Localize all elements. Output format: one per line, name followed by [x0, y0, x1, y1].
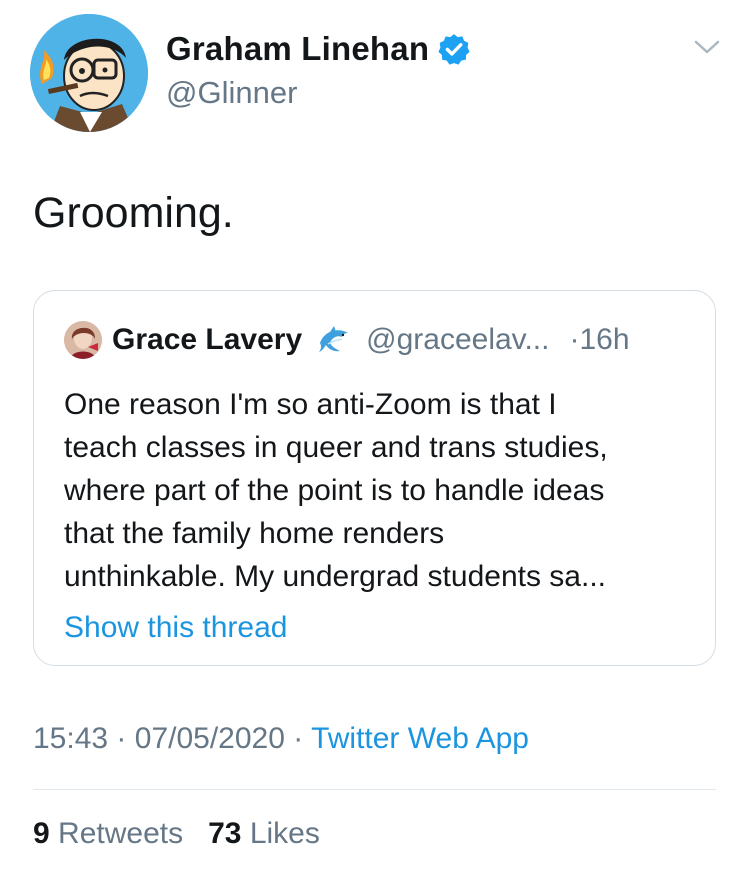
tweet-source-link[interactable]: Twitter Web App	[311, 722, 529, 755]
quoted-tweet-header: Grace Lavery @graceelav... · 16h	[64, 321, 630, 359]
quoted-text-line: where part of the point is to handle ide…	[64, 474, 605, 507]
tweet-text: Grooming.	[33, 189, 234, 237]
separator-dot: ·	[116, 722, 127, 755]
show-thread-link[interactable]: Show this thread	[64, 611, 287, 645]
dolphin-icon	[319, 326, 349, 352]
quoted-author-name[interactable]: Grace Lavery	[112, 323, 302, 357]
quoted-tweet-time[interactable]: 16h	[579, 323, 629, 357]
verified-badge-icon	[438, 34, 470, 65]
retweets-label: Retweets	[58, 817, 184, 850]
author-avatar[interactable]	[30, 14, 148, 132]
retweets-stat[interactable]: 9 Retweets	[33, 817, 183, 850]
quoted-text-line: teach classes in queer and trans studies…	[64, 431, 608, 464]
quoted-tweet-text: One reason I'm so anti-Zoom is that I te…	[64, 383, 704, 598]
author-handle[interactable]: @Glinner	[166, 75, 297, 111]
quoted-text-line: that the family home renders	[64, 517, 445, 550]
likes-label: Likes	[249, 817, 320, 850]
likes-count: 73	[208, 817, 242, 850]
cartoon-avatar-image	[30, 14, 148, 132]
tweet-time[interactable]: 15:43	[33, 722, 108, 755]
quoted-text-line: One reason I'm so anti-Zoom is that I	[64, 388, 557, 421]
separator-dot: ·	[569, 323, 580, 356]
tweet-stats: 9 Retweets 73 Likes	[33, 817, 320, 851]
author-name[interactable]: Graham Linehan	[166, 30, 429, 68]
retweets-count: 9	[33, 817, 50, 850]
separator-dot: ·	[293, 722, 304, 755]
divider	[33, 789, 716, 790]
quoted-author-avatar[interactable]	[64, 321, 102, 359]
quoted-text-line: unthinkable. My undergrad students sa...	[64, 560, 606, 593]
chevron-down-icon[interactable]	[692, 36, 722, 58]
tweet-meta: 15:43 · 07/05/2020 · Twitter Web App	[33, 722, 529, 756]
quoted-author-handle[interactable]: @graceelav...	[366, 323, 549, 357]
likes-stat[interactable]: 73 Likes	[208, 817, 320, 850]
quoted-tweet-card[interactable]: Grace Lavery @graceelav... · 16h One rea…	[33, 290, 716, 666]
author-name-row: Graham Linehan	[166, 30, 471, 68]
tweet-date[interactable]: 07/05/2020	[135, 722, 285, 755]
photo-avatar-image	[64, 321, 102, 359]
